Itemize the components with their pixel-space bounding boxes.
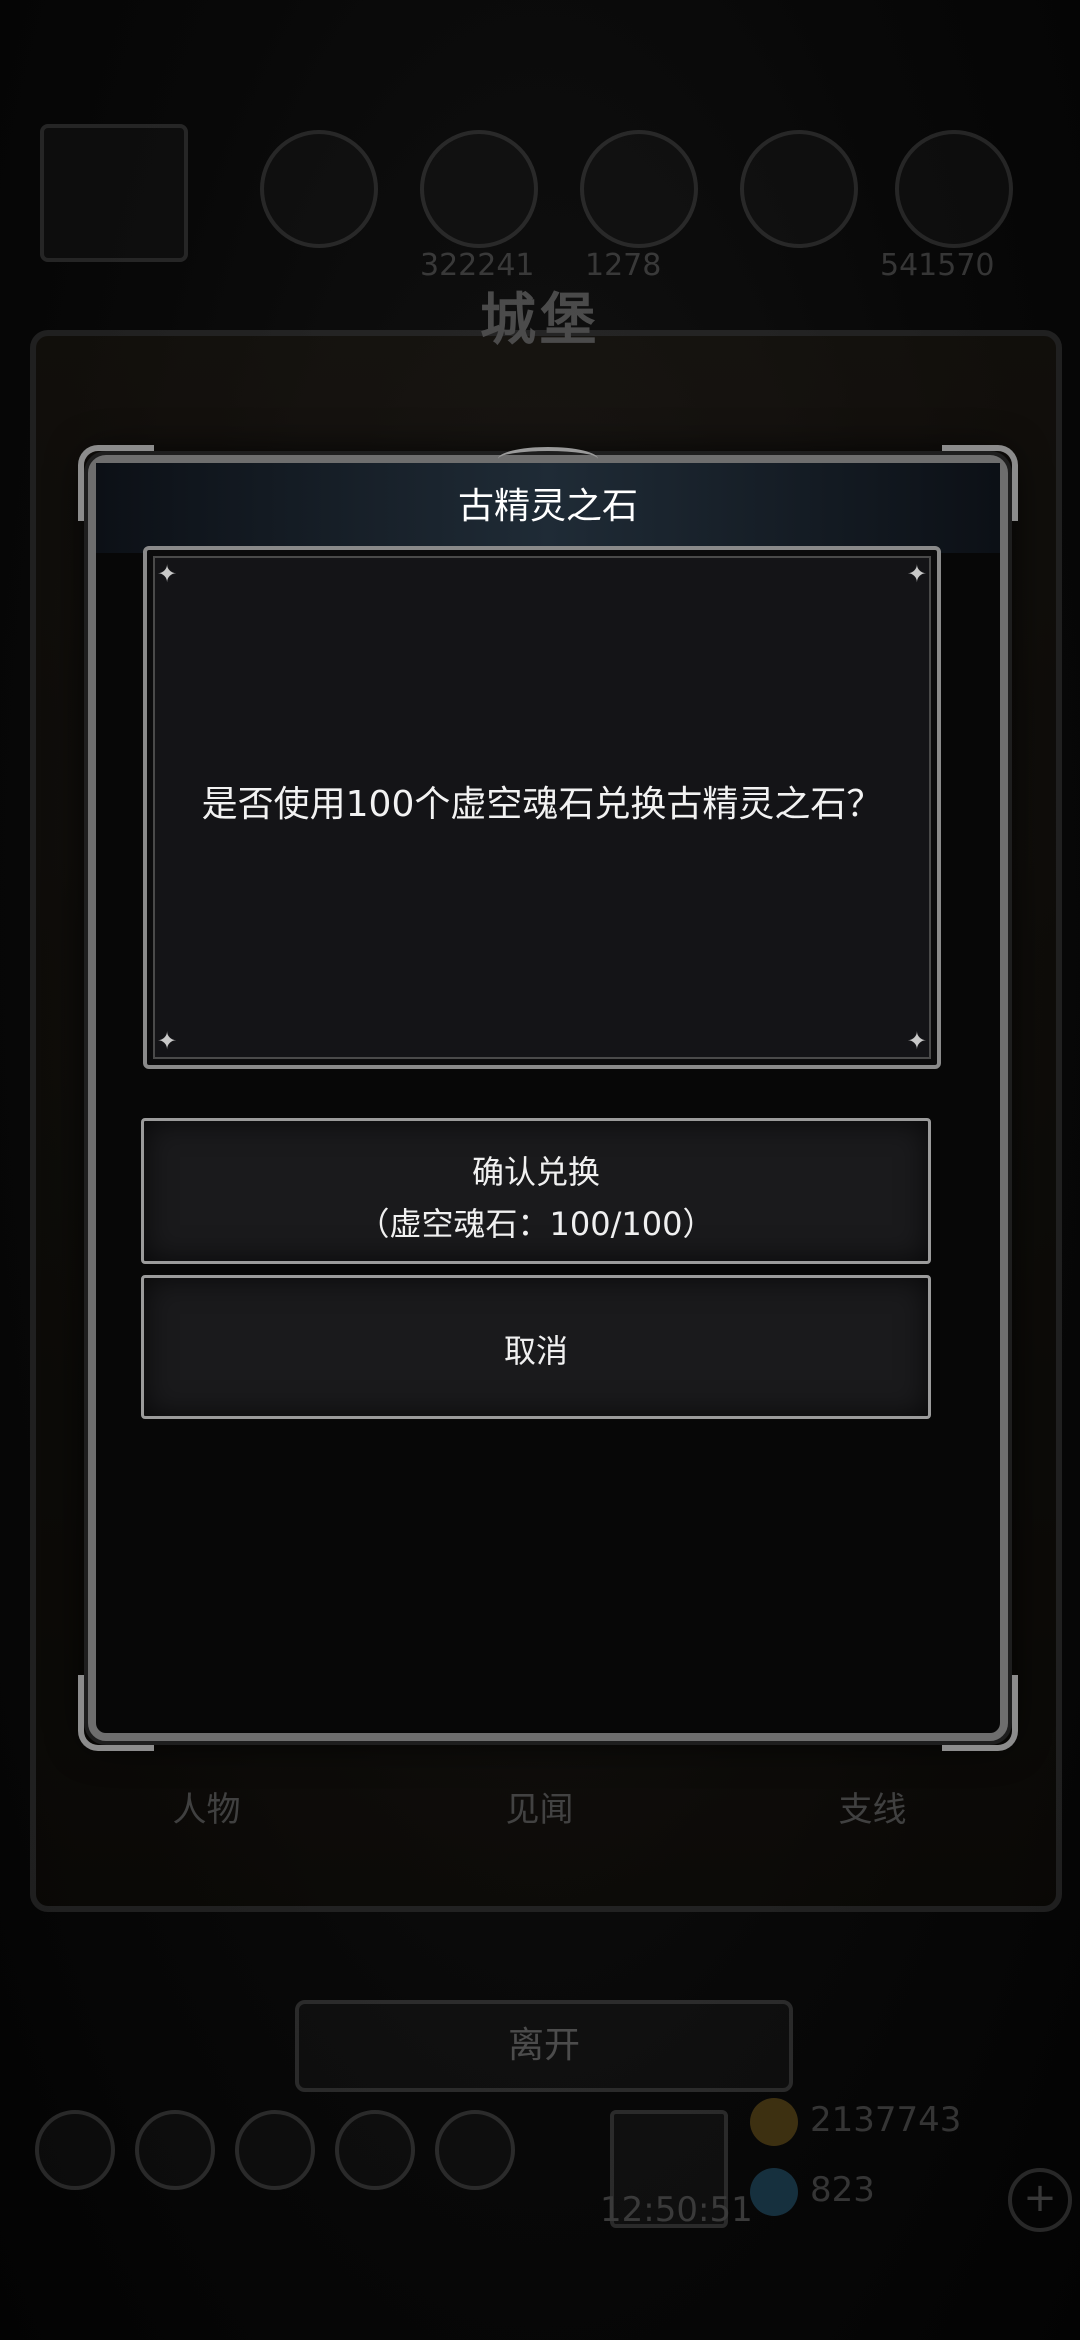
tab-news[interactable]: 见闻 (373, 1770, 706, 1850)
sparkle-icon: ✦ (157, 1027, 178, 1055)
resource-bar: 322241 1278 541570 (40, 124, 1040, 290)
inventory-icon[interactable] (435, 2110, 515, 2190)
character-portrait-icon (40, 124, 188, 262)
cancel-button[interactable]: 取消 (141, 1275, 931, 1419)
ore-icon (260, 130, 378, 248)
castle-title: 城堡 (480, 288, 600, 353)
tab-side-quests[interactable]: 支线 (706, 1770, 1039, 1850)
clock: 12:50:51 (600, 2190, 753, 2230)
confirm-cost: （虚空魂石：100/100） (357, 1205, 715, 1243)
castle-tabs: 人物 见闻 支线 (40, 1770, 1040, 1850)
exchange-dialog: 古精灵之石 ✦ ✦ ✦ ✦ 是否使用100个虚空魂石兑换古精灵之石？ 确认兑换 … (78, 445, 1018, 1751)
map-icon[interactable] (235, 2110, 315, 2190)
dialog-title: 古精灵之石 (457, 486, 638, 527)
sparkle-icon: ✦ (906, 1027, 927, 1055)
confirm-exchange-button[interactable]: 确认兑换 （虚空魂石：100/100） (141, 1118, 931, 1264)
settings-icon[interactable] (35, 2110, 115, 2190)
gem-amount: 823 (810, 2170, 875, 2210)
title-ornament-icon (498, 447, 598, 471)
lumber-icon (420, 130, 538, 248)
crystal-icon (740, 130, 858, 248)
anvil-icon (895, 130, 1013, 248)
leave-button[interactable]: 离开 (295, 2000, 793, 2092)
dialog-corner-ornament (942, 1675, 1018, 1751)
gem-icon (750, 2168, 798, 2216)
gold-coin-icon (750, 2098, 798, 2146)
journal-icon[interactable] (335, 2110, 415, 2190)
gold-amount: 2137743 (810, 2100, 962, 2140)
add-currency-button[interactable]: + (1008, 2168, 1072, 2232)
tab-characters[interactable]: 人物 (40, 1770, 373, 1850)
cancel-label: 取消 (503, 1332, 568, 1370)
dialog-message: 是否使用100个虚空魂石兑换古精灵之石？ (201, 784, 883, 825)
confirm-label: 确认兑换 (471, 1153, 600, 1191)
message-box: ✦ ✦ ✦ ✦ 是否使用100个虚空魂石兑换古精灵之石？ (143, 546, 941, 1069)
sparkle-icon: ✦ (157, 560, 178, 588)
iron-icon (580, 130, 698, 248)
dialog-corner-ornament (78, 1675, 154, 1751)
skill-icon[interactable] (135, 2110, 215, 2190)
dialog-title-bar: 古精灵之石 (96, 447, 1000, 553)
sparkle-icon: ✦ (906, 560, 927, 588)
